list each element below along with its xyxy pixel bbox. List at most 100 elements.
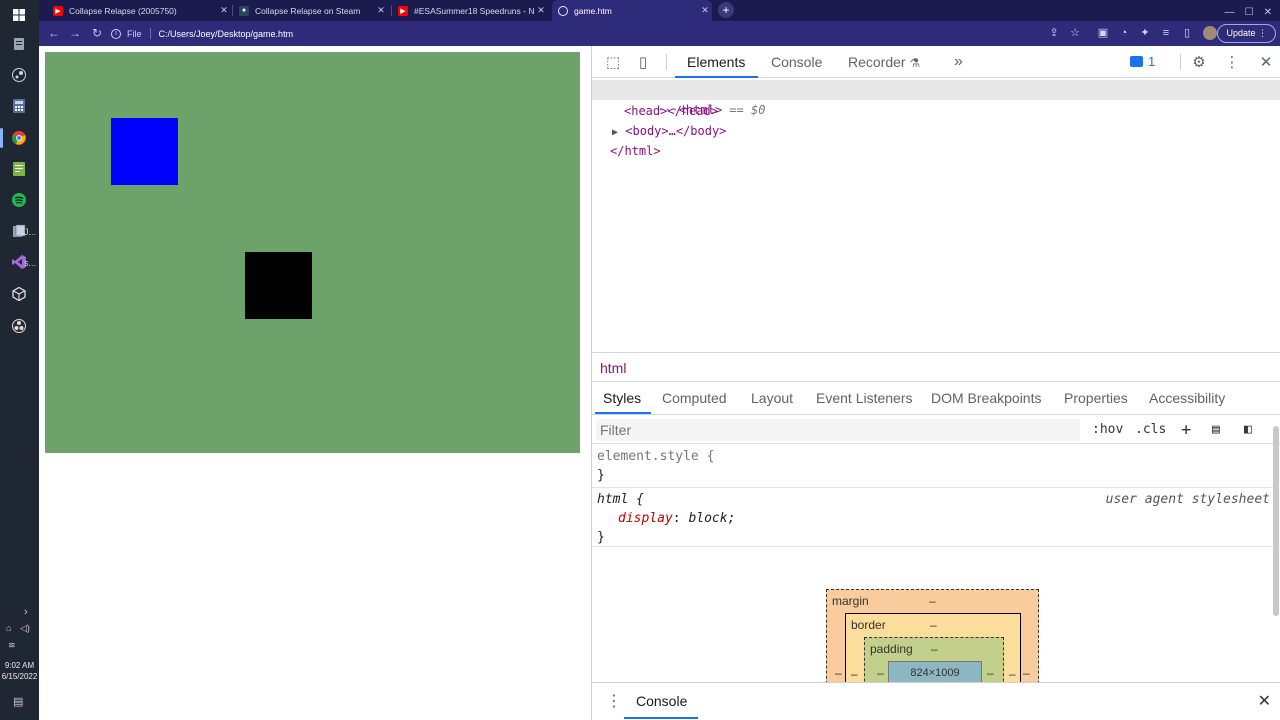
volume-icon[interactable]: ◁)	[20, 623, 30, 634]
share-icon[interactable]: ⇪	[1047, 26, 1061, 40]
tab-styles[interactable]: Styles	[603, 383, 641, 415]
issues-count: 1	[1148, 54, 1156, 69]
close-drawer-icon[interactable]: ✕	[1258, 691, 1271, 711]
kebab-menu-icon[interactable]: ⋮	[1223, 54, 1241, 72]
padding-top-value[interactable]: –	[931, 642, 938, 656]
toggle-sidebar-icon[interactable]: ◧	[1244, 420, 1252, 440]
dom-node-body[interactable]: ▶ <body>…</body>	[612, 121, 726, 141]
dom-node-html-close[interactable]: </html>	[610, 141, 661, 161]
rule-element-style: element.style { }	[592, 445, 1273, 488]
unity-icon[interactable]	[8, 283, 30, 305]
paint-roller-icon[interactable]: ▤	[1212, 420, 1220, 440]
tab-properties[interactable]: Properties	[1064, 383, 1128, 415]
styles-scrollbar[interactable]	[1273, 426, 1279, 616]
back-arrow-icon[interactable]: ←	[46, 25, 62, 41]
dom-node-head[interactable]: <head></head>	[624, 101, 718, 121]
windows-start-icon[interactable]	[8, 4, 30, 26]
tab-esa-speedruns[interactable]: ▶ #ESASummer18 Speedruns - Nic ✕	[392, 0, 548, 21]
page-viewport	[39, 46, 591, 720]
hov-toggle[interactable]: :hov	[1092, 420, 1123, 440]
scheme-label: File	[127, 28, 142, 39]
update-button[interactable]: Update ⋮	[1217, 24, 1276, 43]
rss-extension-icon[interactable]: ◔	[1117, 26, 1131, 40]
body-tag: <body>…</body>	[625, 124, 727, 138]
url-text[interactable]: C:/Users/Joey/Desktop/game.htm	[159, 29, 294, 39]
calculator-icon[interactable]	[8, 95, 30, 117]
taskbar-clock[interactable]: 9:02 AM 6/15/2022	[0, 660, 39, 682]
padding-left-value[interactable]: –	[877, 666, 884, 680]
more-tabs-button[interactable]: »	[954, 46, 963, 78]
device-toolbar-icon[interactable]: ▯	[634, 54, 652, 72]
margin-top-value[interactable]: –	[929, 594, 936, 608]
html-selector[interactable]: html {	[597, 490, 644, 509]
notifications-icon[interactable]: ▤	[13, 695, 23, 708]
close-tab-icon[interactable]: ✕	[534, 5, 548, 16]
close-tab-icon[interactable]: ✕	[374, 5, 388, 16]
spotify-icon[interactable]	[8, 189, 30, 211]
padding-label: padding	[870, 642, 913, 656]
obs-icon[interactable]	[8, 315, 30, 337]
box-model-border[interactable]: border – – – padding – – – 824×1009	[845, 613, 1021, 697]
drawer-tab-console[interactable]: Console	[636, 683, 687, 719]
border-top-value[interactable]: –	[930, 618, 937, 632]
close-devtools-icon[interactable]: ✕	[1257, 54, 1275, 72]
address-bar[interactable]: i File C:/Users/Joey/Desktop/game.htm	[111, 23, 1111, 44]
window-controls-icon[interactable]: — ☐ ✕	[1225, 3, 1272, 18]
close-tab-icon[interactable]: ✕	[217, 5, 231, 16]
dom-tree: ···<html> == $0 <head></head> ▶ <body>…<…	[592, 79, 1280, 351]
info-icon[interactable]: i	[111, 28, 121, 39]
tab-collapse-relapse-steamdb[interactable]: ▶ Collapse Relapse (2005750) ✕	[47, 0, 231, 21]
profile-avatar[interactable]	[1203, 26, 1217, 40]
show-hidden-icons-icon[interactable]: ›	[24, 606, 28, 618]
reading-list-icon[interactable]: ≡	[1159, 26, 1173, 40]
tab-collapse-relapse-steam[interactable]: ● Collapse Relapse on Steam ✕	[233, 0, 388, 21]
network-icon[interactable]: ⌂	[6, 623, 11, 633]
bookmark-star-icon[interactable]: ☆	[1068, 26, 1082, 40]
tab-event-listeners[interactable]: Event Listeners	[816, 383, 913, 415]
tab-accessibility[interactable]: Accessibility	[1149, 383, 1225, 415]
tab-recorder-label: Recorder	[848, 54, 906, 70]
margin-left-value[interactable]: –	[835, 666, 842, 680]
tab-computed[interactable]: Computed	[662, 383, 727, 415]
padding-right-value[interactable]: –	[987, 666, 994, 680]
element-style-selector[interactable]: element.style {	[597, 447, 714, 466]
dom-node-html[interactable]: ···<html> == $0	[592, 80, 1280, 117]
notes-icon[interactable]	[8, 33, 30, 55]
cls-toggle[interactable]: .cls	[1135, 420, 1166, 440]
reload-icon[interactable]: ↻	[89, 25, 105, 41]
close-tab-icon[interactable]: ✕	[698, 5, 712, 16]
extension-icon[interactable]: ▣	[1096, 26, 1110, 40]
issues-counter[interactable]: 1	[1130, 53, 1168, 71]
drawer-menu-icon[interactable]: ⋮	[606, 691, 622, 711]
border-left-value[interactable]: –	[851, 667, 858, 681]
box-model-margin[interactable]: margin – – – border – – – padding – – – …	[826, 589, 1039, 697]
breadcrumb-html[interactable]: html	[600, 353, 626, 383]
forward-arrow-icon[interactable]: →	[67, 25, 83, 41]
css-value: block;	[688, 511, 736, 526]
tab-game-htm[interactable]: game.htm ✕	[552, 0, 712, 21]
tab-console[interactable]: Console	[771, 46, 822, 78]
extensions-puzzle-icon[interactable]: ✦	[1138, 26, 1152, 40]
tab-elements[interactable]: Elements	[687, 46, 745, 78]
styles-filter-input[interactable]	[596, 419, 1080, 441]
margin-right-value[interactable]: –	[1023, 666, 1030, 680]
game-canvas[interactable]	[45, 52, 580, 453]
new-style-rule-icon[interactable]: +	[1181, 420, 1191, 440]
tab-dom-breakpoints[interactable]: DOM Breakpoints	[931, 383, 1041, 415]
side-panel-icon[interactable]: ▯	[1180, 26, 1194, 40]
html-declaration[interactable]: display: block;	[618, 509, 735, 528]
new-tab-button[interactable]: +	[718, 2, 734, 18]
border-right-value[interactable]: –	[1009, 667, 1016, 681]
tab-layout[interactable]: Layout	[751, 383, 793, 415]
inspect-element-icon[interactable]: ⬚	[604, 54, 622, 72]
wifi-icon[interactable]: ≋	[8, 640, 16, 651]
editor-icon[interactable]	[8, 158, 30, 180]
settings-gear-icon[interactable]: ⚙	[1190, 54, 1208, 72]
expand-triangle-icon[interactable]: ▶	[612, 127, 618, 138]
address-divider	[149, 28, 151, 39]
styles-sidebar-tabs: Styles Computed Layout Event Listeners D…	[592, 383, 1280, 415]
chrome-icon[interactable]	[8, 127, 30, 149]
steam-icon[interactable]	[8, 64, 30, 86]
update-label: Update	[1226, 28, 1256, 38]
tab-recorder[interactable]: Recorder ⚗	[848, 46, 920, 78]
